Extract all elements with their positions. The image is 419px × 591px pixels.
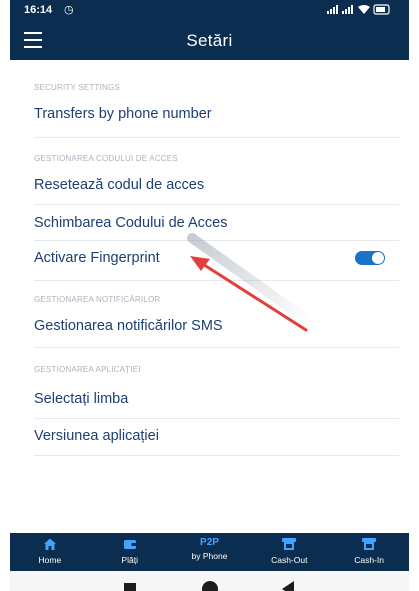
bottom-navigation: Home Plăți P2P by Phone Cash-Out Cash-In bbox=[10, 533, 409, 571]
page-title: Setări bbox=[186, 31, 233, 50]
wallet-icon bbox=[123, 540, 136, 549]
divider bbox=[34, 455, 399, 456]
nav-payments-label: Plăți bbox=[121, 555, 138, 565]
nav-home-label: Home bbox=[38, 555, 62, 565]
divider bbox=[34, 280, 399, 281]
system-navigation-bar bbox=[10, 571, 409, 591]
settings-list: SECURITY SETTINGS Transfers by phone num… bbox=[10, 60, 409, 533]
status-indicators-icon bbox=[327, 4, 391, 18]
home-circle-icon[interactable] bbox=[202, 581, 218, 591]
nav-cash-out[interactable]: Cash-Out bbox=[249, 533, 329, 571]
nav-home[interactable]: Home bbox=[10, 533, 90, 571]
atm-icon bbox=[362, 538, 377, 550]
alarm-clock-icon: ◷ bbox=[64, 4, 74, 16]
recents-icon[interactable] bbox=[124, 583, 136, 591]
app-frame: 16:14 ◷ Setări SECURITY SETTINGS Transfe… bbox=[10, 0, 409, 591]
fingerprint-toggle[interactable] bbox=[355, 251, 385, 265]
nav-payments[interactable]: Plăți bbox=[90, 533, 170, 571]
section-header-application: GESTIONAREA APLICAȚIEI bbox=[34, 365, 141, 374]
section-header-security: SECURITY SETTINGS bbox=[34, 83, 120, 92]
fingerprint-item[interactable]: Activare Fingerprint bbox=[34, 240, 399, 276]
p2p-icon: P2P bbox=[200, 537, 219, 548]
section-header-notifications: GESTIONAREA NOTIFICĂRILOR bbox=[34, 295, 161, 304]
nav-cash-in-label: Cash-In bbox=[354, 555, 384, 565]
nav-cash-in[interactable]: Cash-In bbox=[329, 533, 409, 571]
back-triangle-icon[interactable] bbox=[282, 581, 294, 591]
divider bbox=[34, 347, 399, 348]
atm-icon bbox=[282, 538, 297, 550]
toggle-knob bbox=[372, 252, 384, 264]
nav-cash-out-label: Cash-Out bbox=[271, 555, 308, 565]
fingerprint-label: Activare Fingerprint bbox=[34, 250, 160, 266]
select-language-item[interactable]: Selectați limba bbox=[34, 381, 399, 417]
app-version-item[interactable]: Versiunea aplicației bbox=[34, 418, 399, 454]
reset-access-code-item[interactable]: Resetează codul de acces bbox=[34, 167, 399, 203]
sms-notifications-item[interactable]: Gestionarea notificărilor SMS bbox=[34, 308, 399, 344]
app-bar: Setări bbox=[10, 20, 409, 60]
divider bbox=[34, 137, 399, 138]
home-icon bbox=[43, 538, 56, 550]
status-time: 16:14 bbox=[24, 4, 53, 16]
nav-p2p[interactable]: P2P by Phone bbox=[170, 533, 250, 571]
transfers-by-phone-item[interactable]: Transfers by phone number bbox=[34, 96, 399, 132]
section-header-access-code: GESTIONAREA CODULUI DE ACCES bbox=[34, 154, 178, 163]
nav-p2p-label: by Phone bbox=[191, 551, 228, 561]
status-bar: 16:14 ◷ bbox=[10, 0, 409, 20]
change-access-code-item[interactable]: Schimbarea Codului de Acces bbox=[34, 205, 399, 241]
